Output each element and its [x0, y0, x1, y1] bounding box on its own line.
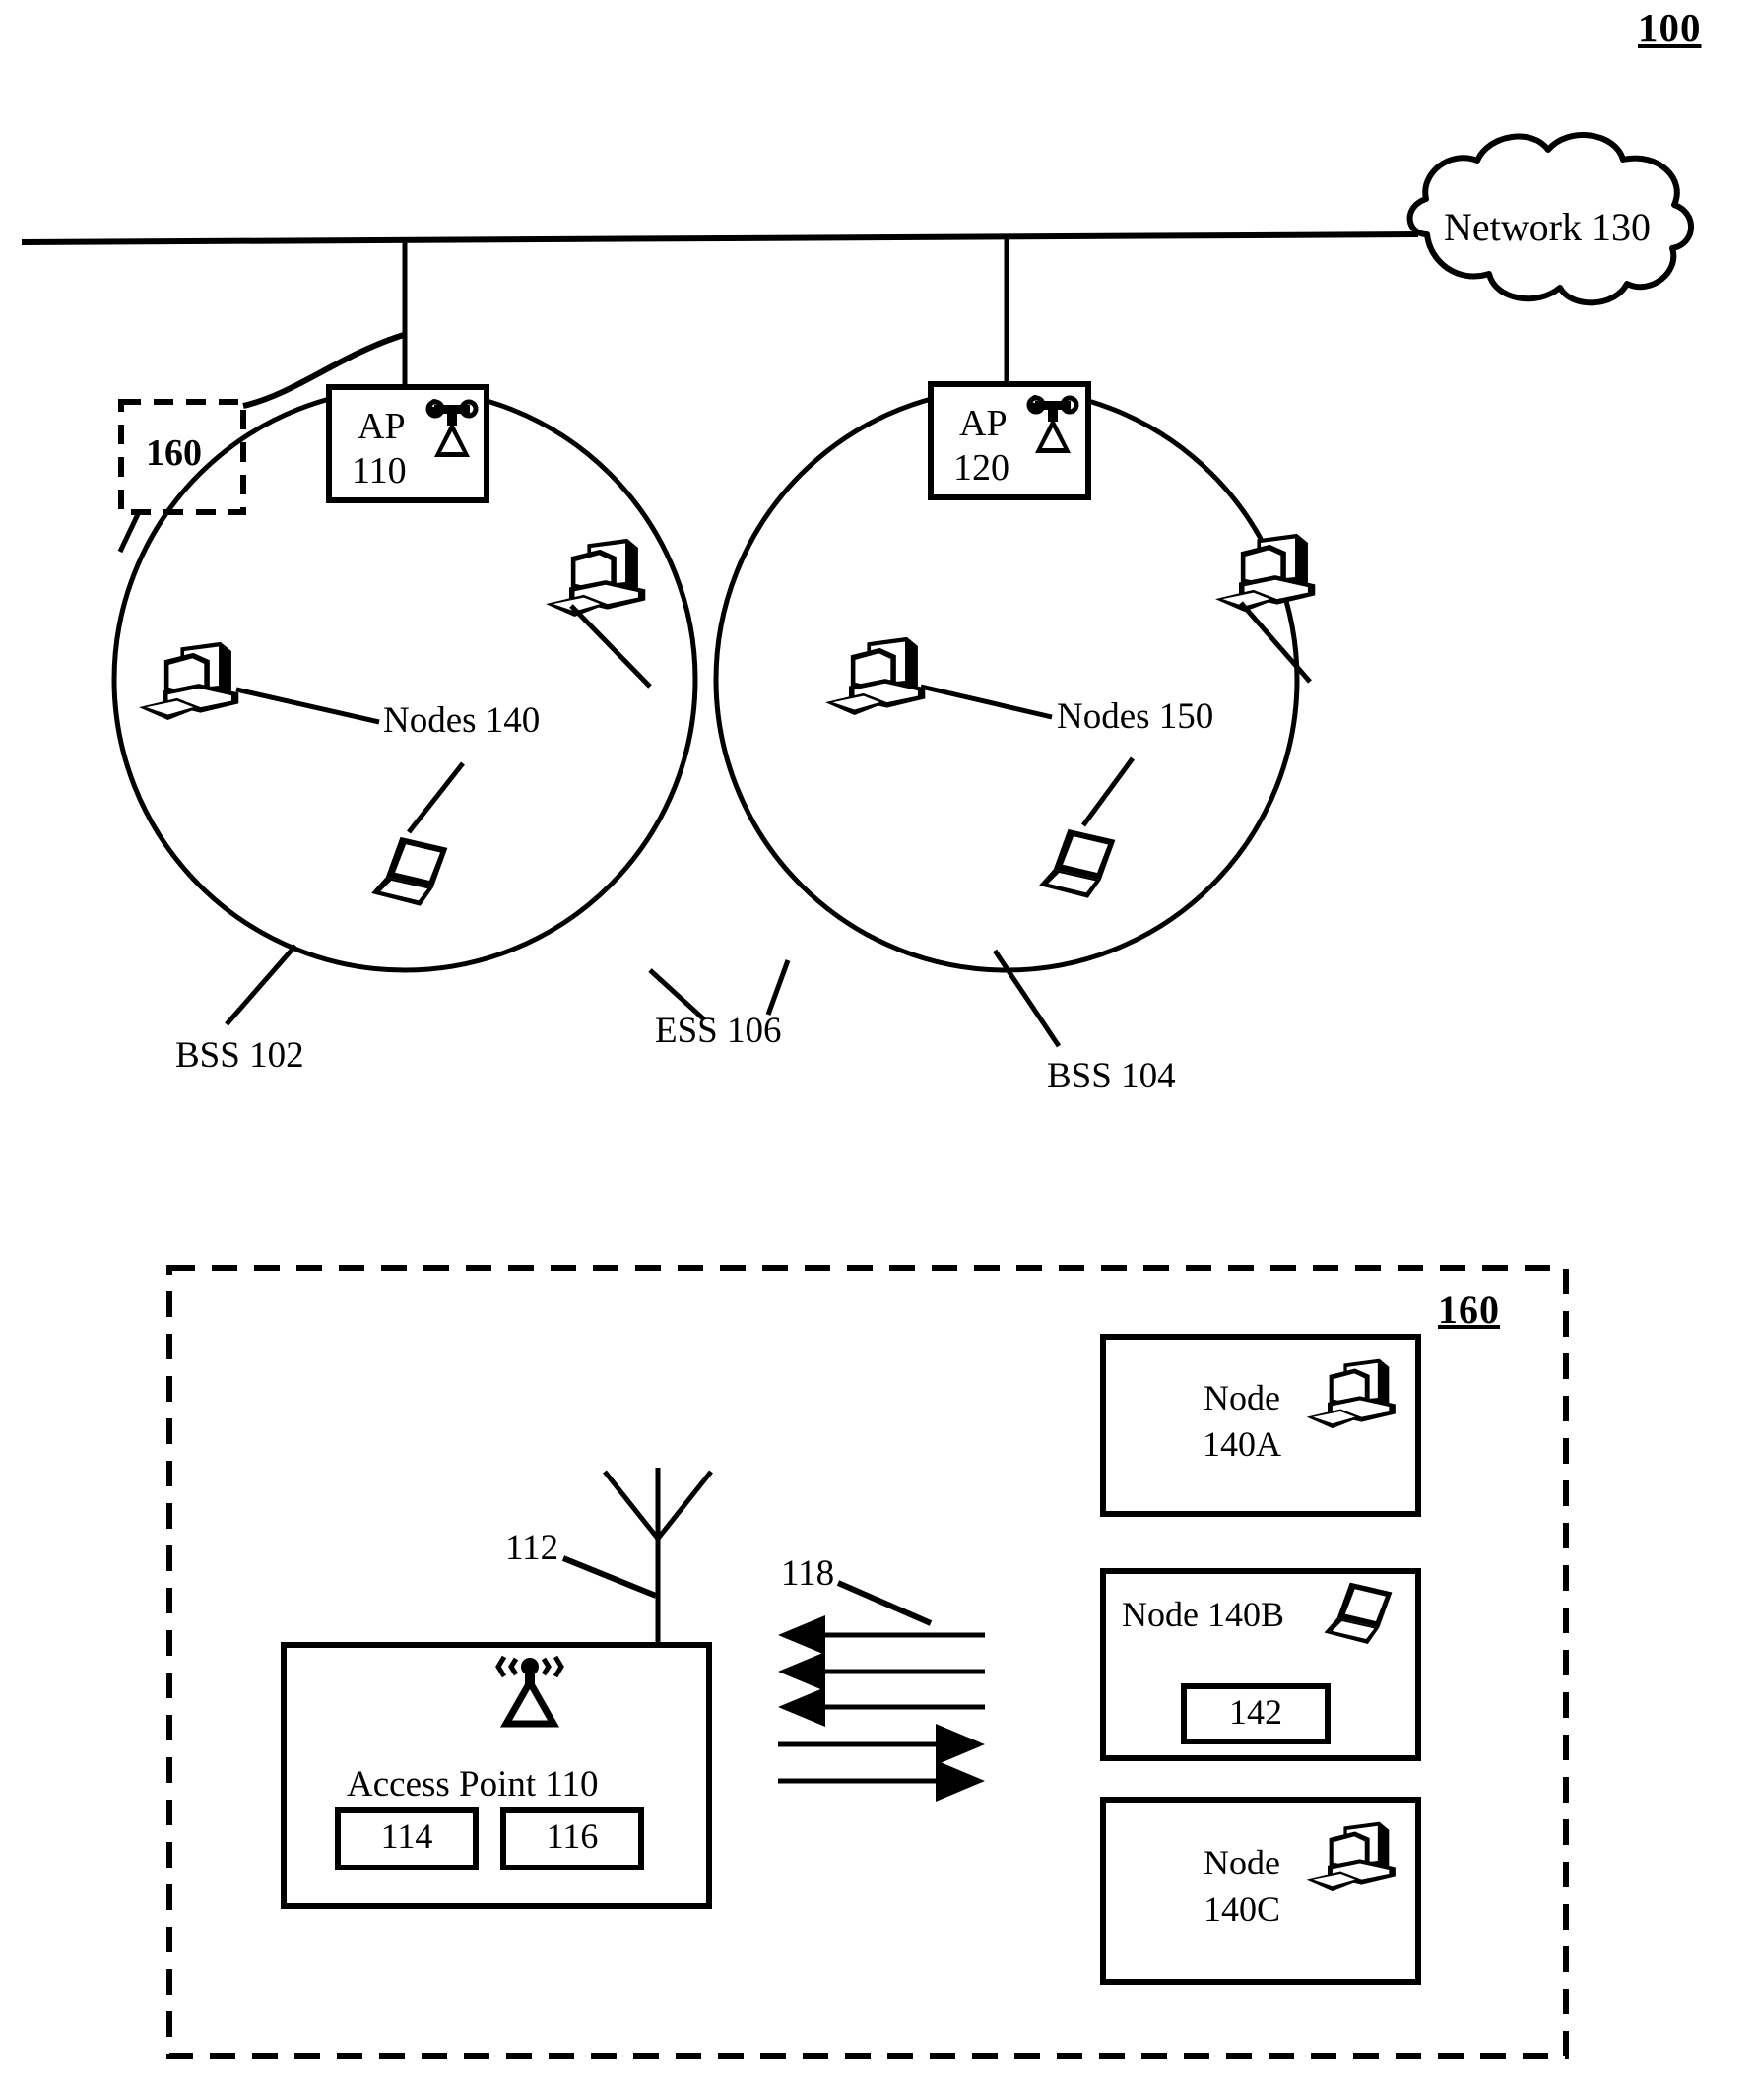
node-140c-label-line1: Node	[1204, 1843, 1280, 1882]
callout-tick	[117, 512, 141, 554]
ap-110-label-line1: AP	[358, 406, 406, 447]
ess-106-label: ESS 106	[655, 1011, 782, 1051]
arrow-incoming-2	[778, 1652, 985, 1691]
ap-120-label-line1: AP	[959, 403, 1008, 444]
desktop-computer-icon-bss104-left	[825, 636, 926, 715]
detail-callout-label-160: 160	[146, 432, 202, 474]
antenna-ref-leader-112	[561, 1555, 658, 1599]
nodes150-leader-left	[920, 684, 1053, 720]
node-140c-label-line2: 140C	[1203, 1889, 1280, 1929]
detail-region-label-160: 160	[1438, 1287, 1500, 1332]
ap-120-label-line2: 120	[953, 447, 1009, 489]
ess-106-leader-right	[765, 959, 791, 1016]
arrow-incoming-3	[778, 1687, 985, 1727]
bss-104-label: BSS 104	[1047, 1056, 1176, 1096]
signals-ref-label-118: 118	[781, 1553, 835, 1594]
nodes140-leader-bottom	[407, 761, 465, 834]
laptop-icon-bss102-bottom	[371, 836, 448, 906]
bss-102-leader	[225, 944, 297, 1026]
arrow-outgoing-1	[778, 1724, 985, 1765]
node-140a-label-line2: 140A	[1203, 1424, 1281, 1464]
nodes-150-label: Nodes 150	[1057, 696, 1214, 737]
ap-block-116-label: 116	[546, 1816, 599, 1856]
nodes150-leader-bottom	[1080, 756, 1136, 827]
desktop-computer-icon-bss102-left	[139, 641, 239, 720]
figure-number: 100	[1638, 5, 1702, 50]
access-point-110-title: Access Point 110	[347, 1764, 599, 1805]
antenna-arm-left	[603, 1470, 660, 1541]
ap-110-label-line2: 110	[352, 450, 407, 492]
node-block-142-label: 142	[1229, 1692, 1282, 1732]
network-cloud-label: Network 130	[1444, 205, 1651, 249]
ap-block-114-label: 114	[380, 1816, 433, 1856]
nodes150-leader-top	[1239, 601, 1312, 684]
node-140b-label-line1: Node 140B	[1122, 1595, 1284, 1634]
nodes140-leader-left	[235, 687, 380, 725]
laptop-icon-bss104-bottom	[1039, 828, 1116, 898]
antenna-ref-label-112: 112	[505, 1528, 559, 1568]
arrow-incoming-1	[778, 1615, 985, 1655]
nodes-140-label: Nodes 140	[383, 700, 541, 741]
backbone-line	[21, 231, 1419, 245]
desktop-computer-icon-bss104-top	[1215, 533, 1316, 612]
arrow-outgoing-2	[778, 1760, 985, 1802]
signals-ref-leader-118	[836, 1580, 933, 1626]
nodes140-leader-top	[569, 604, 652, 689]
patent-figure-page: 100 Network 130 160 AP 110 AP 120 Nodes …	[0, 0, 1757, 2100]
bss-102-label: BSS 102	[175, 1035, 304, 1076]
node-140a-label-line1: Node	[1204, 1378, 1280, 1417]
antenna-arm-right	[656, 1470, 713, 1541]
desktop-computer-icon-bss102-top	[546, 538, 646, 617]
